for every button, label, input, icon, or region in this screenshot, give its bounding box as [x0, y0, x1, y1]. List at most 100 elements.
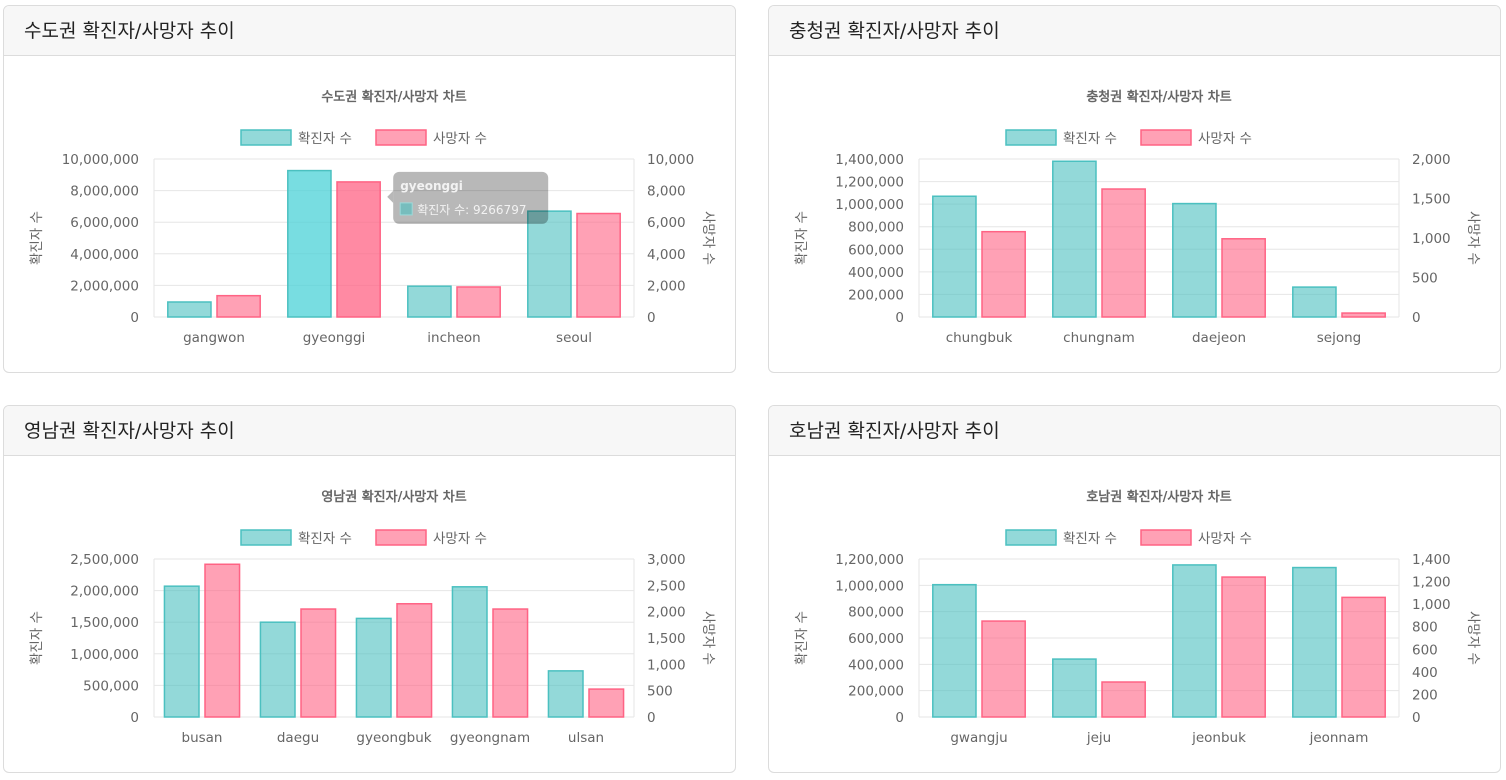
y-axis-title-left: 확진자 수	[794, 211, 810, 265]
y-axis-title-right: 사망자 수	[700, 211, 716, 265]
y-tick-right: 1,400	[1412, 552, 1451, 568]
bar-confirmed[interactable]	[287, 169, 332, 318]
legend-item[interactable]: 확진자 수	[240, 129, 352, 147]
y-axis-title-left: 확진자 수	[794, 611, 810, 665]
legend-item[interactable]: 확진자 수	[1005, 529, 1117, 547]
y-tick-right: 400	[1412, 665, 1438, 681]
bar-deaths[interactable]	[492, 608, 529, 718]
bar-confirmed[interactable]	[451, 586, 488, 718]
bar-deaths[interactable]	[1221, 576, 1266, 718]
legend-item[interactable]: 확진자 수	[1005, 129, 1117, 147]
legend-label: 사망자 수	[1198, 531, 1252, 547]
y-tick-right: 3,000	[647, 552, 686, 568]
bar-deaths[interactable]	[1341, 596, 1386, 718]
legend-label: 사망자 수	[433, 131, 487, 147]
legend-item[interactable]: 사망자 수	[1140, 129, 1252, 147]
chart-svg-chungcheong[interactable]: 충청권 확진자/사망자 차트확진자 수 사망자 수0200,000400,0006…	[769, 56, 1500, 372]
legend-swatch	[375, 529, 427, 546]
bar-deaths[interactable]	[981, 230, 1026, 318]
bar-deaths[interactable]	[1221, 238, 1266, 318]
legend-item[interactable]: 사망자 수	[1140, 529, 1252, 547]
y-axis-title-left: 확진자 수	[29, 211, 45, 265]
bar-deaths[interactable]	[456, 286, 501, 318]
bar-confirmed[interactable]	[547, 670, 584, 718]
x-tick-label: daegu	[277, 730, 319, 746]
chart-svg-yeongnam[interactable]: 영남권 확진자/사망자 차트확진자 수 사망자 수0500,0001,000,00…	[4, 456, 735, 772]
card-header-title: 호남권 확진자/사망자 추이	[769, 406, 1500, 456]
y-tick-left: 10,000,000	[62, 152, 139, 168]
bar-deaths[interactable]	[1341, 312, 1386, 318]
y-tick-right: 0	[647, 310, 656, 326]
bar-deaths[interactable]	[300, 608, 337, 718]
legend-item[interactable]: 사망자 수	[375, 529, 487, 547]
legend-label: 확진자 수	[298, 531, 352, 547]
bar-confirmed[interactable]	[932, 195, 977, 318]
chart-svg-sudo[interactable]: 수도권 확진자/사망자 차트확진자 수 사망자 수02,000,0004,000,…	[4, 56, 735, 372]
y-tick-right: 8,000	[647, 184, 686, 200]
legend-item[interactable]: 사망자 수	[375, 129, 487, 147]
legend-swatch	[1140, 129, 1192, 146]
bar-deaths[interactable]	[1101, 188, 1146, 318]
y-tick-right: 1,000	[1412, 231, 1451, 247]
bar-deaths[interactable]	[981, 620, 1026, 718]
bar-confirmed[interactable]	[932, 583, 977, 718]
bar-confirmed[interactable]	[1172, 564, 1217, 718]
y-tick-right: 1,500	[1412, 192, 1451, 208]
legend-item[interactable]: 확진자 수	[240, 529, 352, 547]
y-tick-right: 10,000	[647, 152, 694, 168]
y-axis-title-right: 사망자 수	[1465, 611, 1481, 665]
y-tick-left: 800,000	[848, 220, 904, 236]
bar-confirmed[interactable]	[1052, 658, 1097, 718]
y-tick-left: 1,000,000	[835, 578, 904, 594]
y-tick-left: 1,500,000	[70, 615, 139, 631]
bar-confirmed[interactable]	[1292, 286, 1337, 318]
legend-swatch	[1140, 529, 1192, 546]
card-yeongnam: 영남권 확진자/사망자 추이 영남권 확진자/사망자 차트 확진자 수 사망자 수0…	[3, 405, 736, 773]
y-tick-left: 200,000	[848, 287, 904, 303]
y-tick-left: 0	[895, 310, 904, 326]
bar-confirmed[interactable]	[259, 621, 296, 718]
x-tick-label: chungnam	[1063, 330, 1135, 346]
bar-confirmed[interactable]	[527, 210, 572, 318]
bar-deaths[interactable]	[1101, 681, 1146, 718]
y-tick-left: 400,000	[848, 265, 904, 281]
legend-swatch	[240, 529, 292, 546]
bar-deaths[interactable]	[216, 294, 261, 318]
y-axis-title-right: 사망자 수	[700, 611, 716, 665]
y-tick-left: 0	[130, 310, 139, 326]
y-tick-left: 2,000,000	[70, 584, 139, 600]
bar-confirmed[interactable]	[355, 617, 392, 718]
tooltip-caret	[387, 190, 394, 203]
y-tick-left: 2,500,000	[70, 552, 139, 568]
bar-deaths[interactable]	[204, 563, 241, 718]
y-tick-left: 600,000	[848, 631, 904, 647]
y-tick-left: 6,000,000	[70, 215, 139, 231]
bar-deaths[interactable]	[336, 181, 381, 318]
card-sudo: 수도권 확진자/사망자 추이 수도권 확진자/사망자 차트 확진자 수 사망자 수0…	[3, 5, 736, 373]
y-tick-left: 600,000	[848, 242, 904, 258]
bar-confirmed[interactable]	[1292, 566, 1337, 718]
bar-confirmed[interactable]	[163, 585, 200, 718]
x-tick-label: seoul	[556, 330, 592, 346]
y-tick-left: 2,000,000	[70, 278, 139, 294]
y-tick-right: 6,000	[647, 215, 686, 231]
chart-title: 영남권 확진자/사망자 차트	[321, 489, 466, 505]
y-tick-left: 1,200,000	[835, 552, 904, 568]
bar-confirmed[interactable]	[167, 301, 212, 318]
chart-container: 영남권 확진자/사망자 차트 확진자 수 사망자 수 0 500,000 1,000,00…	[4, 456, 735, 772]
bar-deaths[interactable]	[396, 603, 433, 718]
bar-confirmed[interactable]	[407, 285, 452, 318]
x-tick-label: ulsan	[568, 730, 604, 746]
y-tick-left: 1,200,000	[835, 175, 904, 191]
bar-deaths[interactable]	[588, 688, 625, 718]
x-tick-label: gangwon	[183, 330, 245, 346]
chart-svg-honam[interactable]: 호남권 확진자/사망자 차트확진자 수 사망자 수0200,000400,0006…	[769, 456, 1500, 772]
legend-label: 사망자 수	[1198, 131, 1252, 147]
chart-title: 수도권 확진자/사망자 차트	[321, 89, 466, 105]
y-tick-right: 800	[1412, 620, 1438, 636]
bar-deaths[interactable]	[576, 212, 621, 318]
y-tick-left: 400,000	[848, 657, 904, 673]
y-tick-right: 2,500	[647, 578, 686, 594]
bar-confirmed[interactable]	[1172, 202, 1217, 318]
bar-confirmed[interactable]	[1052, 160, 1097, 318]
